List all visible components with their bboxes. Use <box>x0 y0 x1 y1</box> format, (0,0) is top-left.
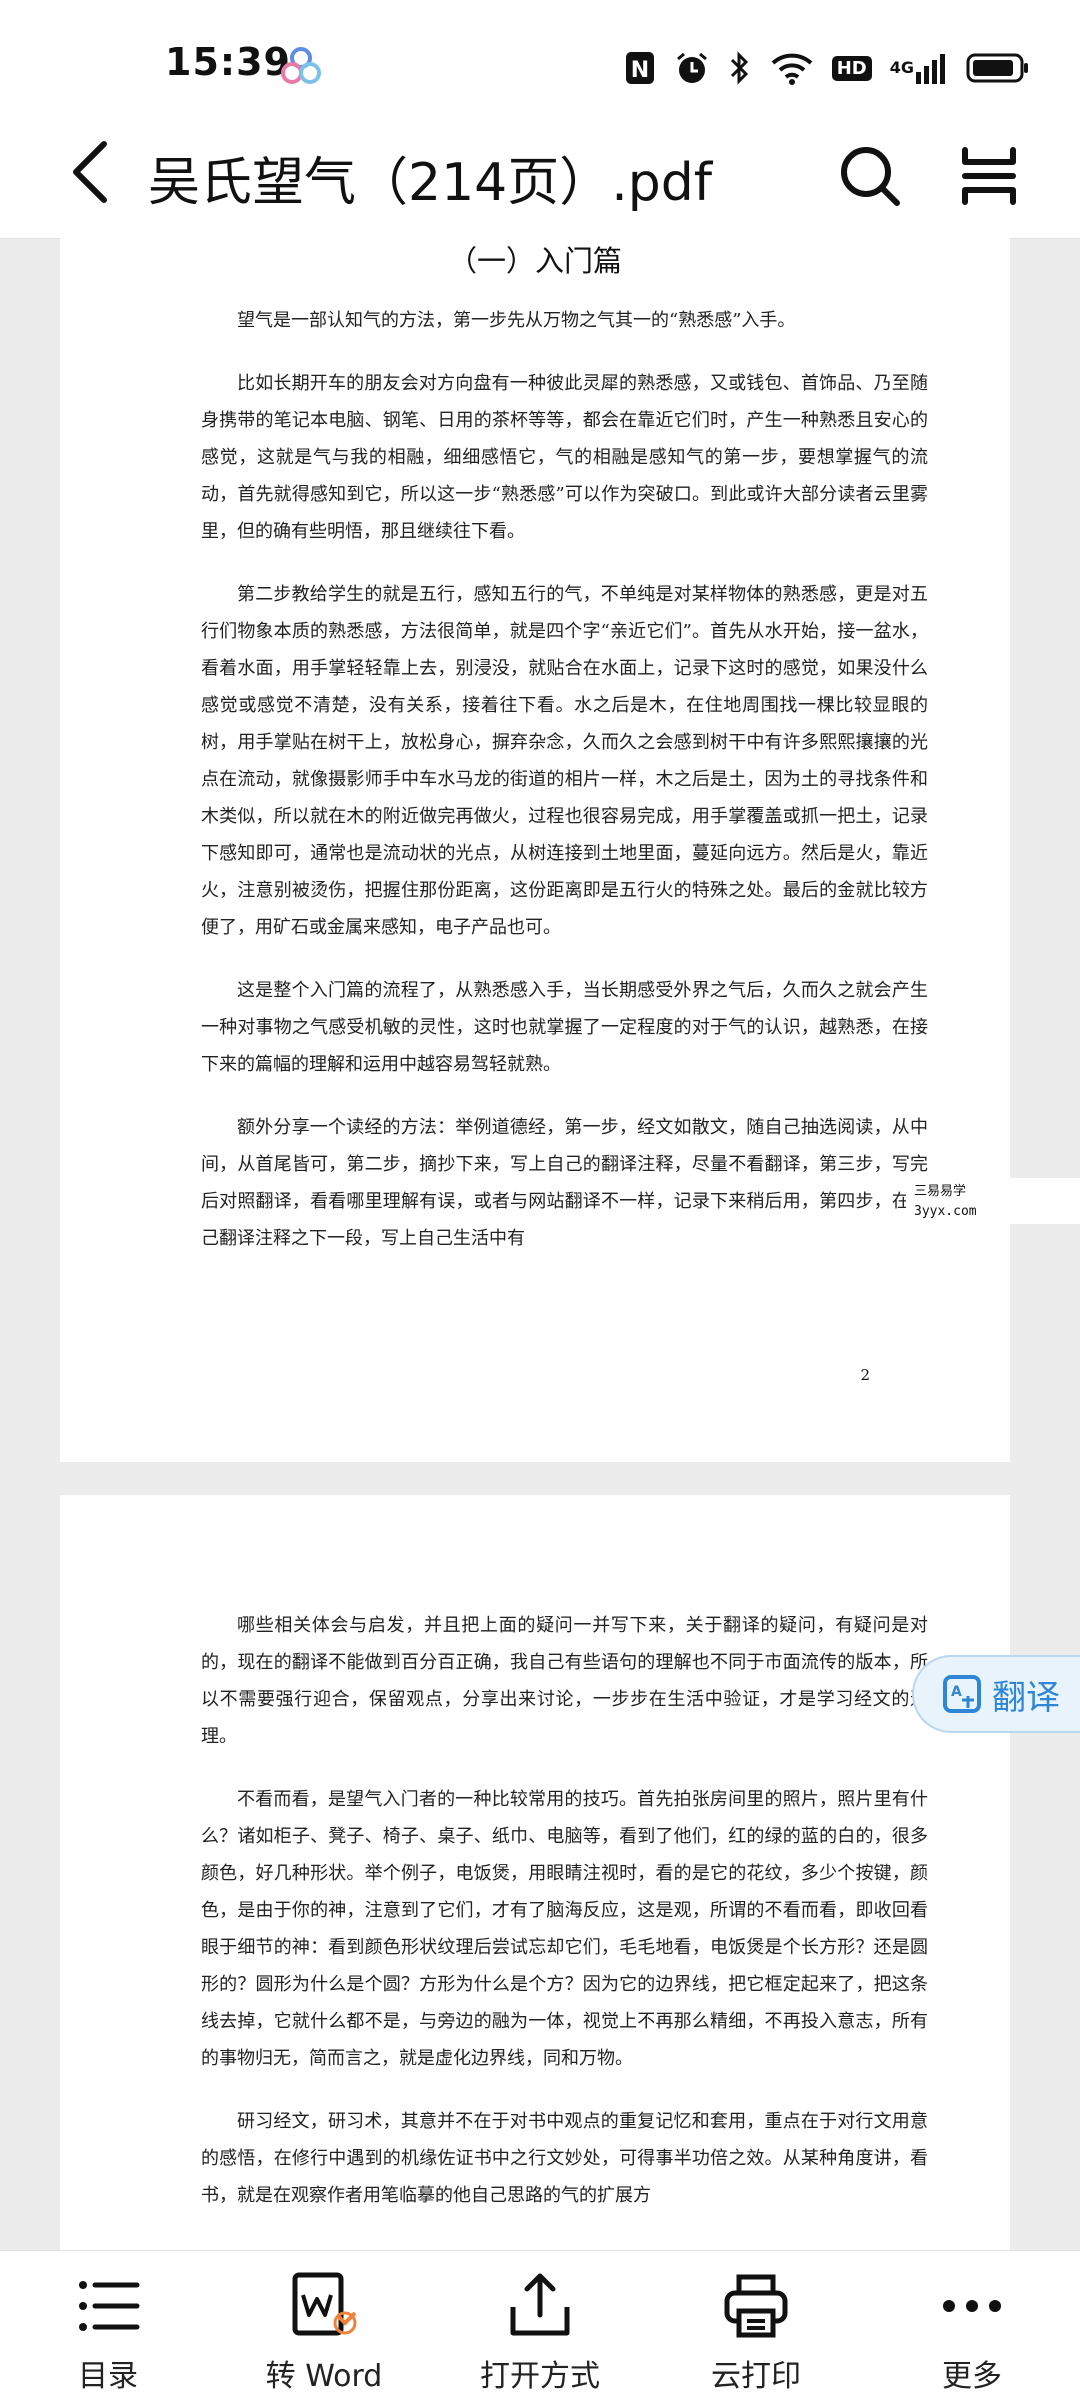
printer-icon <box>724 2274 788 2338</box>
open-with-button[interactable]: 打开方式 <box>432 2251 648 2401</box>
more-label: 更多 <box>942 2359 1002 2394</box>
signal-icon: 4G <box>890 52 948 84</box>
paragraph: 这是整个入门篇的流程了，从熟悉感入手，当长期感受外界之气后，久而久之就会产生一种… <box>201 980 928 1075</box>
share-icon <box>510 2273 570 2336</box>
battery-icon <box>966 52 1030 84</box>
wifi-icon <box>770 51 814 85</box>
convert-word-icon <box>292 2272 357 2336</box>
paragraph: 第二步教给学生的就是五行，感知五行的气，不单纯是对某样物体的熟悉感，更是对五行们… <box>201 584 928 938</box>
title-bar: 吴氏望气（214页）.pdf <box>0 110 1080 239</box>
list-icon <box>79 2281 140 2331</box>
open-with-label: 打开方式 <box>480 2359 600 2394</box>
nfc-icon: N <box>624 50 656 86</box>
bluetooth-icon <box>728 50 752 86</box>
document-title: 吴氏望气（214页）.pdf <box>148 153 713 213</box>
paragraph: 比如长期开车的朋友会对方向盘有一种彼此灵犀的熟悉感，又或钱包、首饰品、乃至随身携… <box>201 373 928 542</box>
cloud-print-button[interactable]: 云打印 <box>648 2251 864 2401</box>
alarm-icon <box>674 50 710 86</box>
page-text: 哪些相关体会与启发，并且把上面的疑问一并写下来，关于翻译的疑问，有疑问是对的，现… <box>201 1607 928 2240</box>
paragraph: 研习经文，研习术，其意并不在于对书中观点的重复记忆和套用，重点在于对行文用意的感… <box>201 2111 928 2206</box>
paragraph: 望气是一部认知气的方法，第一步先从万物之气其一的“熟悉感”入手。 <box>237 310 796 331</box>
paragraph: 额外分享一个读经的方法：举例道德经，第一步，经文如散文，随自己抽选阅读，从中间，… <box>201 1117 928 1249</box>
page-text: 望气是一部认知气的方法，第一步先从万物之气其一的“熟悉感”入手。 比如长期开车的… <box>201 302 928 1283</box>
nfc-label: N <box>631 58 649 83</box>
paragraph: 不看而看，是望气入门者的一种比较常用的技巧。首先拍张房间里的照片，照片里有什么？… <box>201 1789 928 2069</box>
pdf-page: 哪些相关体会与启发，并且把上面的疑问一并写下来，关于翻译的疑问，有疑问是对的，现… <box>60 1495 1010 2255</box>
network-type: 4G <box>889 58 914 77</box>
page-number: 2 <box>860 1366 870 1384</box>
back-button[interactable] <box>62 138 122 206</box>
more-button[interactable]: 更多 <box>864 2251 1080 2401</box>
hd-badge: HD <box>831 55 872 81</box>
paragraph: 哪些相关体会与启发，并且把上面的疑问一并写下来，关于翻译的疑问，有疑问是对的，现… <box>201 1615 928 1747</box>
watermark-line: 三易易学 <box>914 1184 967 1199</box>
convert-word-button[interactable]: 转 Word <box>216 2251 432 2401</box>
search-icon[interactable] <box>838 144 902 208</box>
convert-word-label: 转 Word <box>265 2359 383 2394</box>
cloud-print-label: 云打印 <box>711 2359 801 2394</box>
toc-label: 目录 <box>78 2359 138 2394</box>
view-mode-icon[interactable] <box>960 146 1018 206</box>
translate-button[interactable]: A 翻译 <box>912 1655 1080 1733</box>
status-time: 15:39 <box>165 40 291 84</box>
svg-text:A: A <box>951 1684 962 1700</box>
more-icon <box>943 2300 1001 2312</box>
translate-label: 翻译 <box>992 1677 1060 1718</box>
app-notification-icon <box>281 47 321 84</box>
status-icons: N HD 4G <box>624 46 1030 90</box>
bottom-toolbar: 目录 转 Word 打开方式 云打印 更多 <box>0 2250 1080 2401</box>
watermark-line: 3yyx.com <box>914 1204 977 1219</box>
translate-icon: A <box>943 1675 981 1713</box>
pdf-page: （一）入门篇 望气是一部认知气的方法，第一步先从万物之气其一的“熟悉感”入手。 … <box>60 238 1010 1462</box>
chapter-heading: （一）入门篇 <box>447 244 622 278</box>
watermark: 三易易学 3yyx.com <box>906 1178 1080 1224</box>
toc-button[interactable]: 目录 <box>0 2251 216 2401</box>
